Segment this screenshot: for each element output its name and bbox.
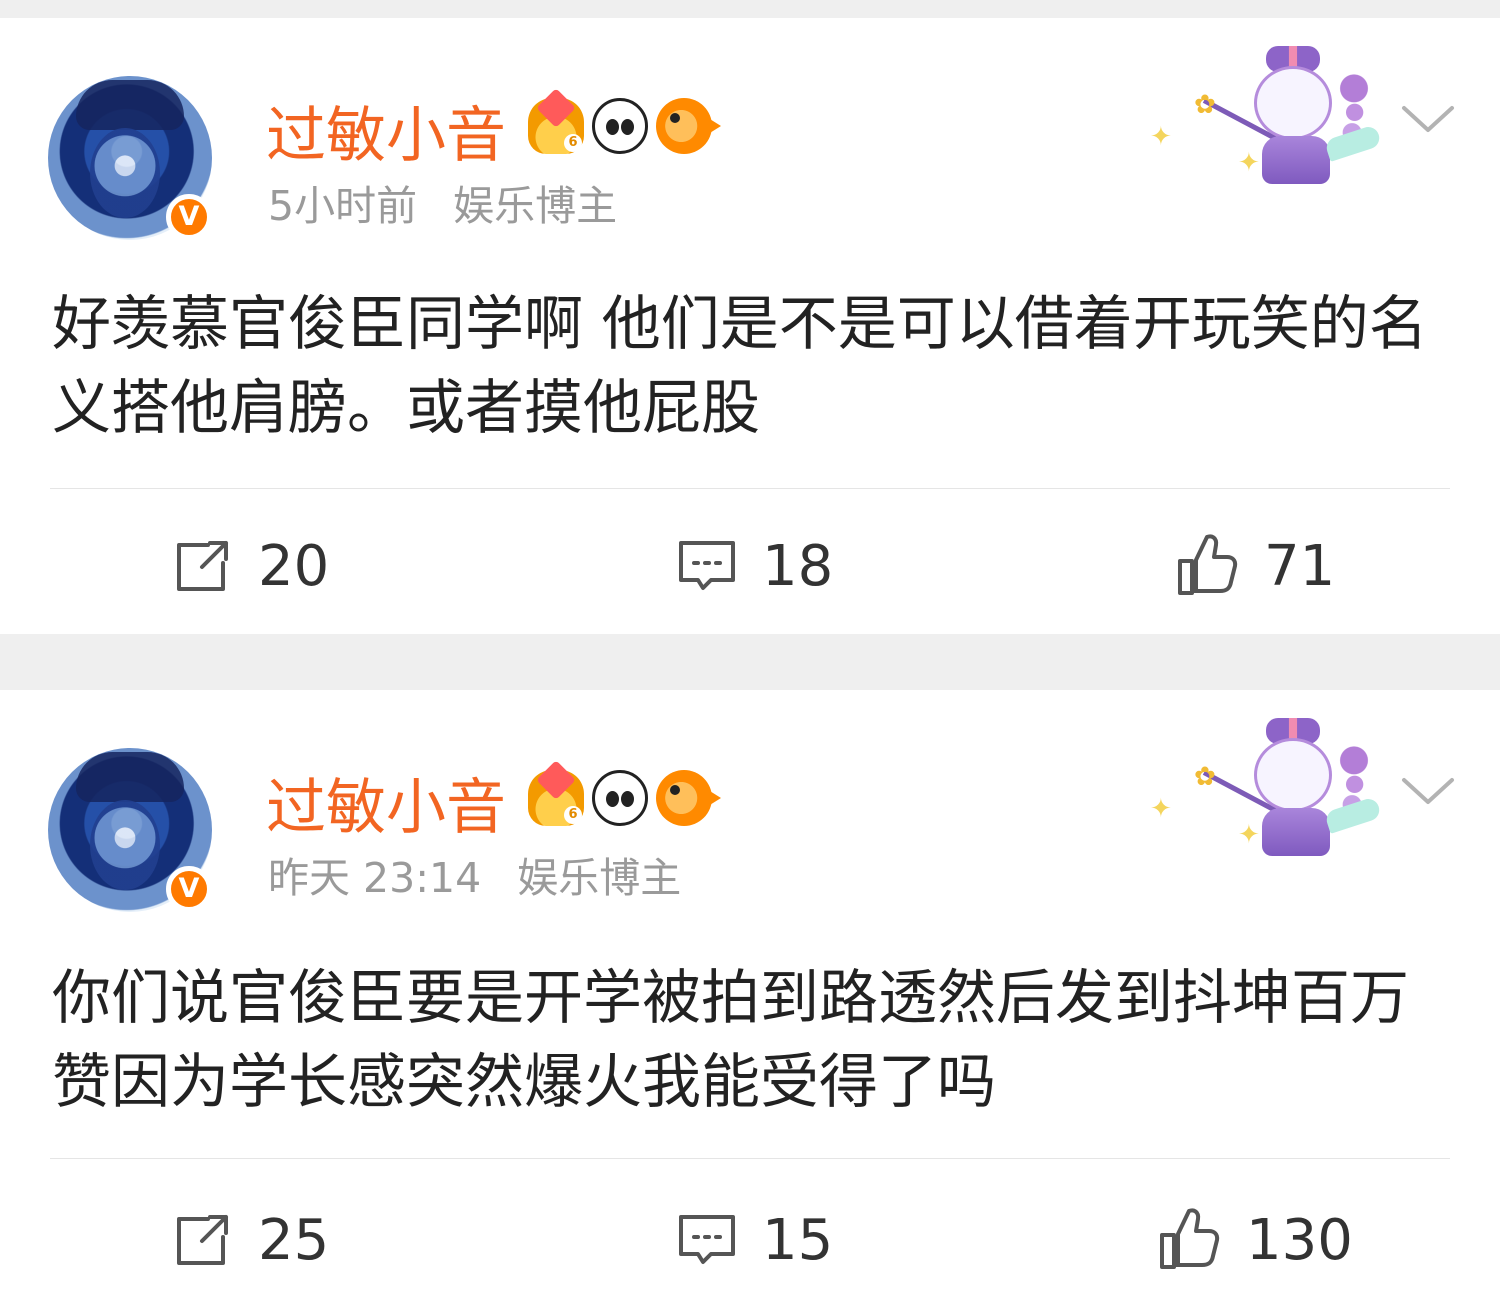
comment-button[interactable]: 18	[676, 526, 833, 606]
doll-head-icon	[1254, 738, 1332, 812]
panda-icon[interactable]	[592, 98, 648, 154]
user-badges	[528, 94, 721, 158]
post-content: 你们说官俊臣要是开学被拍到路透然后发到抖坤百万赞因为学长感突然爆火我能受得了吗	[52, 963, 1410, 1116]
username[interactable]: 过敏小音	[266, 768, 506, 848]
thumbs-up-icon	[1160, 1208, 1220, 1269]
star-icon: ✿	[1194, 762, 1216, 792]
sparkle-icon: ✦	[1150, 794, 1172, 824]
user-badges	[528, 766, 721, 830]
post-card: V 过敏小音 昨天 23:14 娱乐博主 ✦ ✦ ✿ 你们说官俊臣要是开学被拍到…	[0, 690, 1500, 1308]
repost-icon	[177, 541, 228, 591]
author-role: 娱乐博主	[517, 854, 682, 902]
like-count: 130	[1246, 1207, 1353, 1273]
post-actions: 25 15 130	[0, 1200, 1500, 1280]
post-time: 5小时前	[268, 182, 418, 230]
doll-dress-icon	[1262, 136, 1330, 184]
sparkle-icon: ✦	[1150, 122, 1172, 152]
repost-button[interactable]: 20	[172, 526, 329, 606]
decorative-sticker-icon: ✦ ✦ ✿	[1150, 36, 1400, 186]
verified-badge-icon: V	[166, 194, 212, 240]
repost-icon	[177, 1215, 228, 1265]
divider	[50, 488, 1450, 489]
like-button[interactable]: 71	[1174, 526, 1335, 606]
verified-badge-icon: V	[166, 866, 212, 912]
avatar-container[interactable]: V	[48, 76, 218, 246]
comment-button[interactable]: 15	[676, 1200, 833, 1280]
repost-button[interactable]: 25	[172, 1200, 329, 1280]
post-meta: 5小时前 娱乐博主	[268, 178, 617, 234]
crown-level-6-icon[interactable]	[528, 770, 584, 826]
repost-count: 20	[258, 533, 330, 599]
sparkle-icon: ✦	[1238, 820, 1260, 850]
fish-icon[interactable]	[656, 770, 721, 826]
doll-head-icon	[1254, 66, 1332, 140]
chevron-down-icon[interactable]	[1396, 100, 1460, 140]
star-icon: ✿	[1194, 90, 1216, 120]
decorative-sticker-icon: ✦ ✦ ✿	[1150, 708, 1400, 858]
username[interactable]: 过敏小音	[266, 96, 506, 176]
post-actions: 20 18 71	[0, 526, 1500, 606]
post-card: V 过敏小音 5小时前 娱乐博主 ✦ ✦ ✿ 好羡慕官俊臣同学啊 他们是不是可以…	[0, 18, 1500, 634]
avatar-container[interactable]: V	[48, 748, 218, 918]
thumbs-up-icon	[1178, 534, 1238, 595]
comment-count: 15	[762, 1207, 834, 1273]
crown-level-6-icon[interactable]	[528, 98, 584, 154]
like-button[interactable]: 130	[1156, 1200, 1353, 1280]
divider	[50, 1158, 1450, 1159]
chevron-down-icon[interactable]	[1396, 772, 1460, 812]
comment-icon	[679, 1215, 735, 1264]
sparkle-icon: ✦	[1238, 148, 1260, 178]
author-role: 娱乐博主	[453, 182, 618, 230]
doll-dress-icon	[1262, 808, 1330, 856]
fish-icon[interactable]	[656, 98, 721, 154]
post-time: 昨天 23:14	[268, 854, 482, 902]
panda-icon[interactable]	[592, 770, 648, 826]
repost-count: 25	[258, 1207, 330, 1273]
comment-icon	[679, 541, 735, 590]
post-meta: 昨天 23:14 娱乐博主	[268, 850, 681, 906]
post-content: 好羡慕官俊臣同学啊 他们是不是可以借着开玩笑的名义搭他肩膀。或者摸他屁股	[52, 289, 1428, 442]
comment-count: 18	[762, 533, 834, 599]
like-count: 71	[1264, 533, 1336, 599]
